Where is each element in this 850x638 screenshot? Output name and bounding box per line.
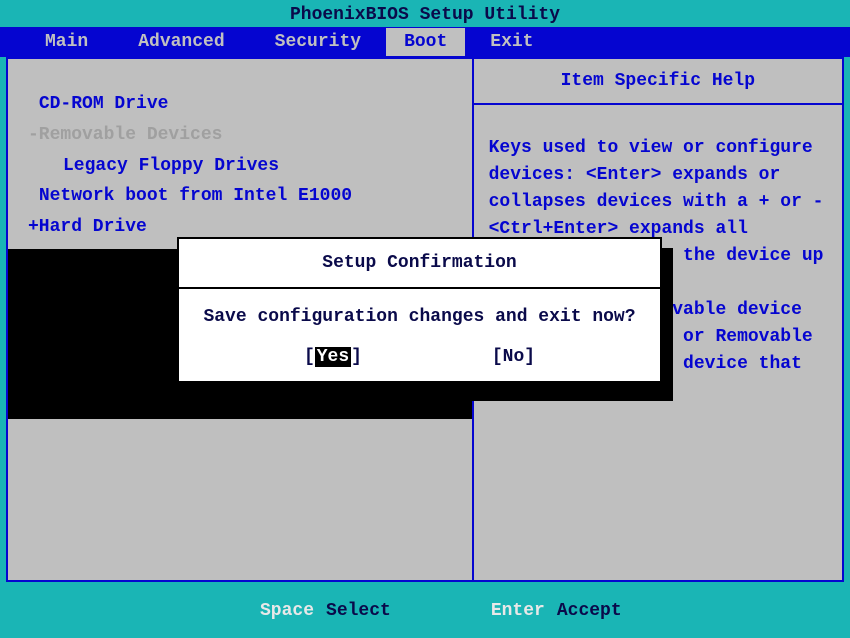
boot-item-floppy[interactable]: Legacy Floppy Drives	[28, 151, 452, 182]
tab-main[interactable]: Main	[20, 28, 113, 56]
confirmation-dialog: Setup Confirmation Save configuration ch…	[177, 237, 662, 383]
no-button[interactable]: [No]	[492, 347, 535, 367]
footer-bar: Space Select Enter Accept	[0, 588, 850, 634]
help-title: Item Specific Help	[474, 59, 842, 105]
menu-bar: Main Advanced Security Boot Exit	[0, 27, 850, 57]
tab-exit[interactable]: Exit	[465, 28, 558, 56]
footer-key-space: Space	[260, 601, 314, 621]
window-title: PhoenixBIOS Setup Utility	[0, 3, 850, 27]
tab-boot[interactable]: Boot	[386, 28, 465, 56]
dialog-message: Save configuration changes and exit now?	[179, 289, 660, 335]
footer-label-select: Select	[326, 601, 391, 621]
tab-advanced[interactable]: Advanced	[113, 28, 249, 56]
footer-key-enter: Enter	[491, 601, 545, 621]
dialog-buttons: [Yes] [No]	[179, 335, 660, 381]
tab-security[interactable]: Security	[250, 28, 386, 56]
boot-item-removable[interactable]: -Removable Devices	[28, 120, 452, 151]
boot-item-network[interactable]: Network boot from Intel E1000	[28, 181, 452, 212]
dialog-title: Setup Confirmation	[179, 239, 660, 289]
footer-label-accept: Accept	[557, 601, 622, 621]
yes-button[interactable]: [Yes]	[304, 347, 362, 367]
boot-item-cdrom[interactable]: CD-ROM Drive	[28, 89, 452, 120]
